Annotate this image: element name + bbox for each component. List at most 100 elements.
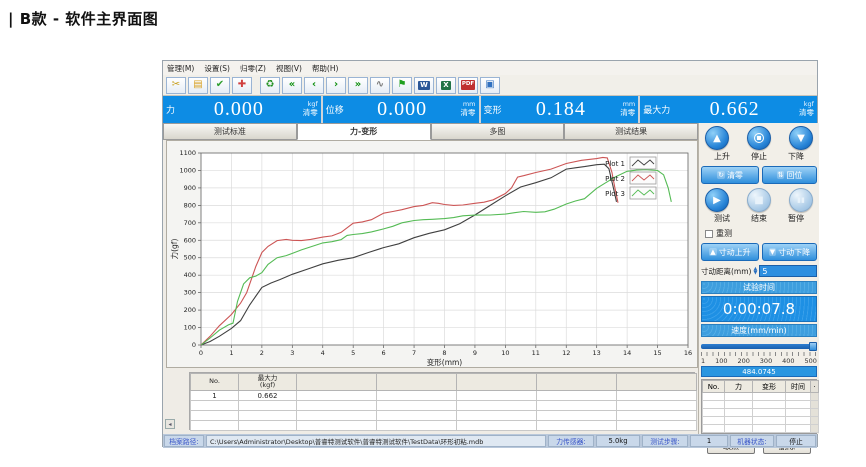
menu-bar: 管理(M) 设置(S) 归零(Z) 视图(V) 帮助(H) <box>163 61 817 75</box>
readout-1: 位移0.000mm清零 <box>323 96 479 123</box>
svg-text:力(gf): 力(gf) <box>169 239 179 260</box>
jog-up-button[interactable]: ▲ <box>705 126 729 150</box>
menu-item[interactable]: 管理(M) <box>167 63 194 74</box>
results-cell <box>239 421 297 431</box>
end-square-icon: ■ <box>754 195 763 206</box>
points-cell <box>786 393 811 401</box>
cut-icon-button[interactable]: ✂ <box>166 77 186 94</box>
points-scrollbar[interactable] <box>811 401 819 409</box>
points-scrollbar[interactable]: · <box>811 381 819 393</box>
inch-distance-label: 寸动距离(mm) <box>701 266 751 277</box>
jog-down-button[interactable]: ▼ <box>789 126 813 150</box>
curve-icon: ∿ <box>376 80 384 90</box>
svg-text:12: 12 <box>562 349 570 357</box>
save-check-icon: ✔ <box>216 80 224 90</box>
readout-3: 最大力0.662kgf清零 <box>640 96 817 123</box>
table-scroll-left-icon[interactable]: ◂ <box>165 419 175 429</box>
inch-up-button[interactable]: ▲寸动上升 <box>701 243 759 261</box>
points-scrollbar[interactable] <box>811 409 819 417</box>
clear-zero-button[interactable]: 清零 <box>461 109 476 118</box>
results-cell: 1 <box>191 391 239 401</box>
toolbar: ✂ ▤ ✔ ✚ ♻«‹› » ∿ ⚑WXPDF▣ <box>163 75 817 96</box>
points-cell <box>786 401 811 409</box>
menu-item[interactable]: 帮助(H) <box>312 63 339 74</box>
excel-export-icon-button[interactable]: X <box>436 77 456 94</box>
speed-slider-track[interactable] <box>701 344 811 349</box>
svg-text:7: 7 <box>412 349 416 357</box>
curve-icon-button[interactable]: ∿ <box>370 77 390 94</box>
svg-text:500: 500 <box>184 254 196 262</box>
monitor-icon-button[interactable]: ▣ <box>480 77 500 94</box>
test-pause-button[interactable]: ▮▮ <box>789 188 813 212</box>
points-scrollbar[interactable] <box>811 393 819 401</box>
menu-item[interactable]: 归零(Z) <box>240 63 266 74</box>
recycle-icon-button[interactable]: ♻ <box>260 77 280 94</box>
tab-测试标准[interactable]: 测试标准 <box>163 123 297 140</box>
points-scrollbar[interactable] <box>811 425 819 433</box>
jog-stop-button[interactable] <box>747 126 771 150</box>
flag-icon-button[interactable]: ⚑ <box>392 77 412 94</box>
svg-text:300: 300 <box>184 289 196 297</box>
last-record-icon: » <box>355 80 361 90</box>
inch-down-button[interactable]: ▼寸动下降 <box>762 243 817 261</box>
points-cell <box>703 417 725 425</box>
results-cell <box>377 401 457 411</box>
tab-多图[interactable]: 多图 <box>431 123 565 140</box>
readout-2: 变形0.184mm清零 <box>481 96 639 123</box>
return-button[interactable]: ⇅回位 <box>762 166 817 184</box>
first-record-icon-button[interactable]: « <box>282 77 302 94</box>
chart-panel: 0123456789101112131415160100200300400500… <box>166 140 698 368</box>
points-cell <box>753 401 786 409</box>
svg-text:Plot 3: Plot 3 <box>605 190 625 198</box>
cut-icon: ✂ <box>172 80 180 90</box>
prev-record-icon-button[interactable]: ‹ <box>304 77 324 94</box>
last-record-icon-button[interactable]: » <box>348 77 368 94</box>
page-title: | B款 - 软件主界面图 <box>8 8 158 29</box>
open-folder-icon-button[interactable]: ▤ <box>188 77 208 94</box>
database-icon-button[interactable]: ✚ <box>232 77 252 94</box>
word-export-icon-button[interactable]: W <box>414 77 434 94</box>
inch-distance-field[interactable]: 5 <box>759 265 817 277</box>
retest-checkbox[interactable] <box>705 230 713 238</box>
clear-button-label: 清零 <box>727 170 743 181</box>
speed-slider[interactable] <box>701 342 817 351</box>
svg-text:Plot 1: Plot 1 <box>605 160 625 168</box>
clear-zero-button[interactable]: 清零 <box>799 109 814 118</box>
clear-zero-button[interactable]: 清零 <box>303 109 318 118</box>
test-start-button[interactable]: ▶ <box>705 188 729 212</box>
speed-slider-thumb[interactable] <box>809 342 817 351</box>
step-label: 测试步骤: <box>642 435 688 447</box>
results-cell <box>297 421 377 431</box>
results-cell <box>617 411 697 421</box>
tab-力-变形[interactable]: 力-变形 <box>297 123 431 140</box>
svg-text:1: 1 <box>229 349 233 357</box>
pdf-export-icon-button[interactable]: PDF <box>458 77 478 94</box>
table-row <box>703 417 819 425</box>
app-window: 管理(M)设置(S)归零(Z)视图(V)帮助(H) ✂▤✔✚♻«‹›»∿⚑WXP… <box>162 60 818 447</box>
points-cell <box>725 401 753 409</box>
refresh-icon: ↻ <box>717 171 725 179</box>
table-row: 10.662 <box>191 391 697 401</box>
points-scrollbar[interactable] <box>811 417 819 425</box>
menu-item[interactable]: 设置(S) <box>204 63 230 74</box>
tab-测试结果[interactable]: 测试结果 <box>564 123 698 140</box>
results-cell <box>457 391 537 401</box>
results-cell <box>377 421 457 431</box>
test-time-display: 0:00:07.8 <box>701 296 817 322</box>
retest-label: 重测 <box>716 228 732 239</box>
save-check-icon-button[interactable]: ✔ <box>210 77 230 94</box>
spin-down-icon[interactable]: ▼ <box>753 271 757 275</box>
inch-distance-spinner[interactable]: ▲▼ <box>753 267 757 275</box>
clear-zero-button[interactable]: 清零 <box>620 109 635 118</box>
points-cell <box>753 393 786 401</box>
clear-button[interactable]: ↻清零 <box>701 166 759 184</box>
next-record-icon-button[interactable]: › <box>326 77 346 94</box>
status-bar: 档案路径: C:\Users\Administrator\Desktop\普睿特… <box>163 434 817 448</box>
test-end-button[interactable]: ■ <box>747 188 771 212</box>
svg-text:5: 5 <box>351 349 355 357</box>
test-end-label: 结束 <box>744 213 774 224</box>
menu-item[interactable]: 视图(V) <box>276 63 302 74</box>
table-row <box>191 411 697 421</box>
points-cell <box>725 417 753 425</box>
points-cell <box>703 393 725 401</box>
